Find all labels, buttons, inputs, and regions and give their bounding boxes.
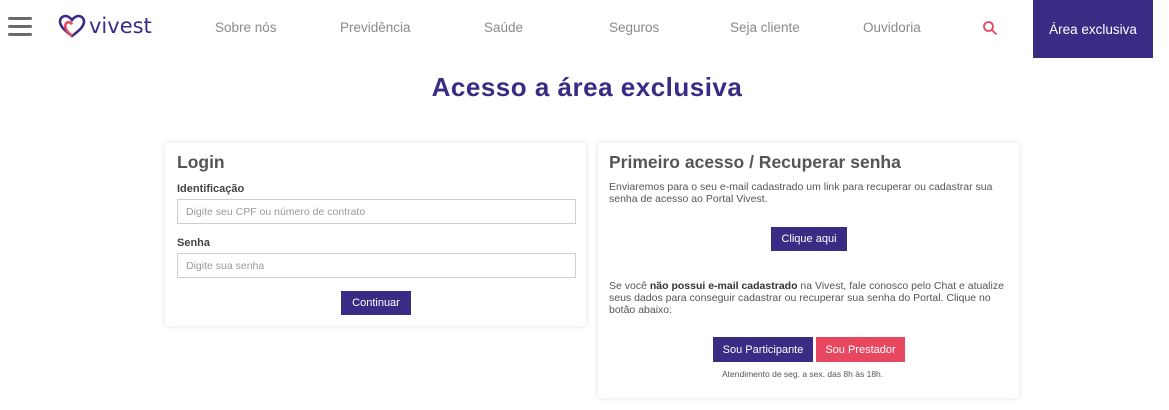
nav-saude[interactable]: Saúde: [484, 20, 523, 35]
nav-seguros[interactable]: Seguros: [609, 20, 659, 35]
identificacao-label: Identificação: [177, 183, 245, 195]
participant-button[interactable]: Sou Participante: [713, 337, 813, 362]
no-email-text: Se você não possui e-mail cadastrado na …: [609, 280, 1004, 316]
nav-seja-cliente[interactable]: Seja cliente: [730, 20, 800, 35]
brand-name: vivest: [89, 14, 152, 38]
menu-icon[interactable]: [8, 17, 32, 37]
vivest-logo[interactable]: vivest: [58, 14, 152, 38]
first-access-intro: Enviaremos para o seu e-mail cadastrado …: [609, 181, 993, 205]
search-icon[interactable]: [982, 20, 998, 36]
senha-label: Senha: [177, 237, 211, 249]
first-access-card: Primeiro acesso / Recuperar senha Enviar…: [598, 143, 1019, 398]
identificacao-input[interactable]: [177, 199, 576, 224]
exclusive-area-button[interactable]: Área exclusiva: [1033, 0, 1153, 58]
top-header: vivest Sobre nós Previdência Saúde Segur…: [0, 0, 1169, 58]
provider-button[interactable]: Sou Prestador: [816, 337, 905, 362]
senha-input[interactable]: [177, 253, 576, 278]
first-access-title: Primeiro acesso / Recuperar senha: [609, 152, 901, 172]
click-here-button[interactable]: Clique aqui: [771, 227, 847, 251]
continue-button[interactable]: Continuar: [341, 291, 411, 315]
page-title: Acesso a área exclusiva: [431, 72, 743, 102]
login-card: Login Identificação Senha Continuar: [165, 143, 586, 326]
nav-ouvidoria[interactable]: Ouvidoria: [863, 20, 921, 35]
nav-sobre-nos[interactable]: Sobre nós: [215, 20, 277, 35]
hours-note: Atendimento de seg. a sex. das 8h às 18h…: [722, 369, 884, 379]
nav-previdencia[interactable]: Previdência: [340, 20, 411, 35]
login-title: Login: [177, 152, 225, 172]
vivest-heart-icon: [58, 14, 86, 38]
